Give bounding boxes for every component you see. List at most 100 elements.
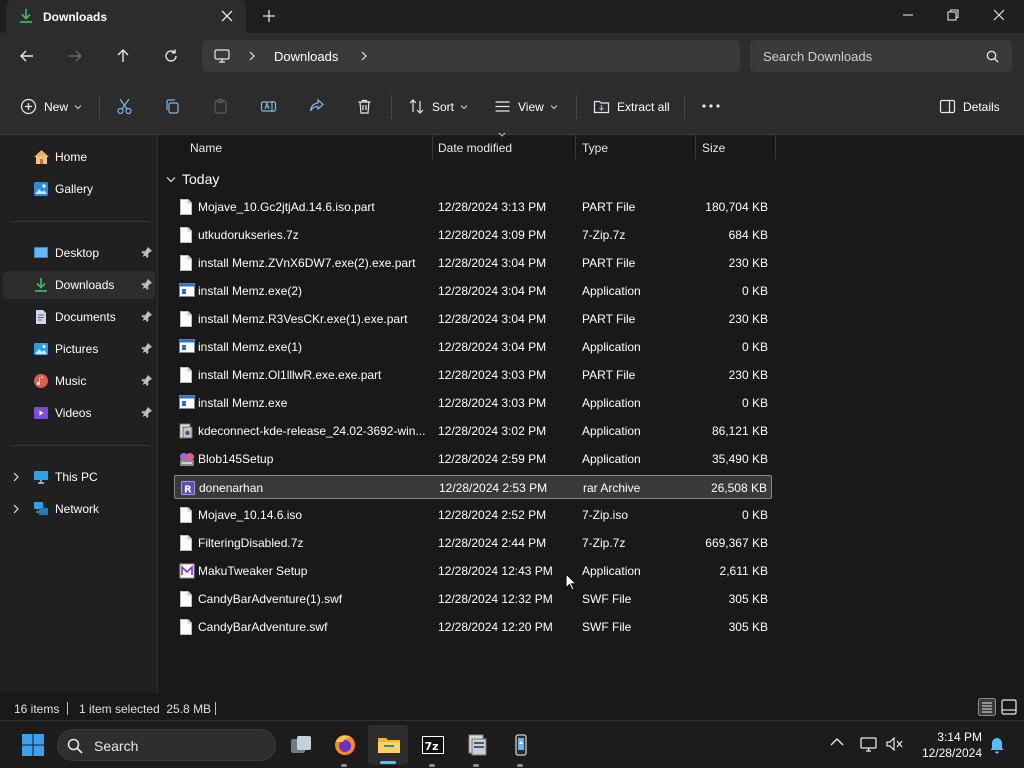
search-placeholder: Search Downloads <box>763 49 873 64</box>
pin-icon[interactable] <box>141 278 153 290</box>
restore-icon[interactable] <box>946 8 960 22</box>
new-button[interactable]: New <box>20 98 82 115</box>
group-header-today[interactable]: Today <box>166 171 219 187</box>
application-icon <box>179 395 195 409</box>
column-label-type: Type <box>582 141 609 155</box>
minimize-icon[interactable] <box>901 8 915 22</box>
address-bar[interactable]: Downloads <box>202 40 740 72</box>
notification-bell-icon[interactable] <box>989 736 1005 754</box>
table-row[interactable]: install Memz.exe 12/28/2024 3:03 PM Applic… <box>174 391 772 415</box>
table-row[interactable]: FilteringDisabled.7z 12/28/2024 2:44 PM 7-… <box>174 531 772 555</box>
phone-link-icon <box>515 734 527 756</box>
table-row[interactable]: install Memz.exe(1) 12/28/2024 3:04 PM App… <box>174 335 772 359</box>
tiles-view-icon[interactable] <box>1000 698 1018 716</box>
view-lines-icon <box>495 101 510 112</box>
sidebar-item-videos[interactable]: Videos <box>3 399 155 427</box>
sidebar-item-downloads[interactable]: Downloads <box>3 271 155 299</box>
file-explorer-taskbar-button[interactable] <box>368 725 408 765</box>
new-tab-icon[interactable] <box>262 9 276 23</box>
cut-button[interactable] <box>116 98 133 115</box>
copy-button[interactable] <box>164 98 181 115</box>
share-button[interactable] <box>308 98 325 115</box>
column-divider[interactable] <box>775 135 776 159</box>
close-tab-icon[interactable] <box>220 9 234 23</box>
rename-button[interactable] <box>260 98 277 115</box>
status-divider <box>67 702 68 715</box>
chevron-right-icon[interactable] <box>248 51 256 61</box>
column-header-size[interactable]: Size <box>695 135 775 163</box>
table-row[interactable]: utkudorukseries.7z 12/28/2024 3:09 PM 7-Zi… <box>174 223 772 247</box>
pin-icon[interactable] <box>141 374 153 386</box>
up-arrow-icon[interactable] <box>115 48 131 64</box>
volume-muted-icon[interactable] <box>886 737 904 751</box>
file-explorer-icon <box>378 738 400 753</box>
phone-link-taskbar-button[interactable] <box>500 721 540 768</box>
column-header-date-modified[interactable]: Date modified <box>432 132 575 163</box>
file-name: install Memz.R3VesCKr.exe(1).exe.part <box>198 312 408 326</box>
table-row[interactable]: kdeconnect-kde-release_24.02-3692-win...… <box>174 419 772 443</box>
table-row[interactable]: Blob145Setup 12/28/2024 2:59 PM Applicatio… <box>174 447 772 471</box>
delete-button[interactable] <box>356 98 373 115</box>
application-icon <box>179 283 195 297</box>
table-row[interactable]: Mojave_10.14.6.iso 12/28/2024 2:52 PM 7-Zi… <box>174 503 772 527</box>
search-input[interactable]: Search Downloads <box>750 40 1012 72</box>
table-row[interactable]: Rdonenarhan 12/28/2024 2:53 PM rar Archive… <box>174 475 772 499</box>
chevron-right-icon[interactable] <box>12 504 20 514</box>
system-clock[interactable]: 3:14 PM 12/28/2024 <box>910 729 982 761</box>
installer-app-icon <box>468 734 487 756</box>
close-window-icon[interactable] <box>992 8 1006 22</box>
table-row[interactable]: install Memz.ZVnX6DW7.exe(2).exe.part 12/… <box>174 251 772 275</box>
table-row[interactable]: Mojave_10.Gc2jtjAd.14.6.iso.part 12/28/20… <box>174 195 772 219</box>
application-icon <box>179 339 195 353</box>
windows-logo-icon <box>22 734 44 756</box>
forward-arrow-icon[interactable] <box>67 48 83 64</box>
table-row[interactable]: install Memz.R3VesCKr.exe(1).exe.part 12/… <box>174 307 772 331</box>
column-header-name[interactable]: Name <box>174 135 432 163</box>
blank-file-icon <box>179 311 193 327</box>
sort-button[interactable]: Sort <box>408 98 468 115</box>
network-status-icon[interactable] <box>860 736 878 752</box>
table-row[interactable]: CandyBarAdventure(1).swf 12/28/2024 12:32… <box>174 587 772 611</box>
sidebar-label-this-pc: This PC <box>55 470 98 484</box>
more-options-button[interactable] <box>702 104 720 108</box>
view-button[interactable]: View <box>494 98 558 115</box>
details-pane-icon <box>939 99 956 114</box>
sidebar-item-desktop[interactable]: Desktop <box>3 239 155 267</box>
extract-all-button[interactable]: Extract all <box>593 98 670 115</box>
search-icon[interactable] <box>986 50 999 63</box>
table-row[interactable]: install Memz.exe(2) 12/28/2024 3:04 PM App… <box>174 279 772 303</box>
sidebar-item-network[interactable]: Network <box>3 495 155 523</box>
start-button[interactable] <box>12 721 52 768</box>
tab-downloads[interactable]: Downloads <box>6 0 246 33</box>
column-header-type[interactable]: Type <box>575 135 695 163</box>
taskbar-search-box[interactable]: Search <box>57 729 276 761</box>
breadcrumb-downloads[interactable]: Downloads <box>274 49 338 64</box>
pin-icon[interactable] <box>141 246 153 258</box>
7zip-taskbar-button[interactable]: 7z <box>412 721 452 768</box>
sidebar-item-gallery[interactable]: Gallery <box>3 175 155 203</box>
chevron-right-icon[interactable] <box>360 51 368 61</box>
sidebar-item-documents[interactable]: Documents <box>3 303 155 331</box>
sidebar-label-documents: Documents <box>55 310 116 324</box>
installer-taskbar-button[interactable] <box>456 721 496 768</box>
chevron-up-icon[interactable] <box>830 737 844 747</box>
paste-button[interactable] <box>212 98 229 115</box>
pin-icon[interactable] <box>141 310 153 322</box>
table-row[interactable]: CandyBarAdventure.swf 12/28/2024 12:20 PM… <box>174 615 772 639</box>
firefox-taskbar-button[interactable] <box>324 721 364 768</box>
refresh-icon[interactable] <box>163 48 179 64</box>
details-view-icon[interactable] <box>978 698 996 716</box>
chevron-right-icon[interactable] <box>12 472 20 482</box>
table-row[interactable]: install Memz.Ol1lllwR.exe.exe.part 12/28/… <box>174 363 772 387</box>
details-button[interactable]: Details <box>939 98 1000 115</box>
task-view-button[interactable] <box>280 721 320 768</box>
pin-icon[interactable] <box>141 406 153 418</box>
pin-icon[interactable] <box>141 342 153 354</box>
table-row[interactable]: MakuTweaker Setup 12/28/2024 12:43 PM Appl… <box>174 559 772 583</box>
sidebar-item-music[interactable]: Music <box>3 367 155 395</box>
sidebar-item-pictures[interactable]: Pictures <box>3 335 155 363</box>
sidebar-item-home[interactable]: Home <box>3 143 155 171</box>
back-arrow-icon[interactable] <box>19 48 35 64</box>
sidebar-item-this-pc[interactable]: This PC <box>3 463 155 491</box>
column-label-date: Date modified <box>438 141 513 155</box>
